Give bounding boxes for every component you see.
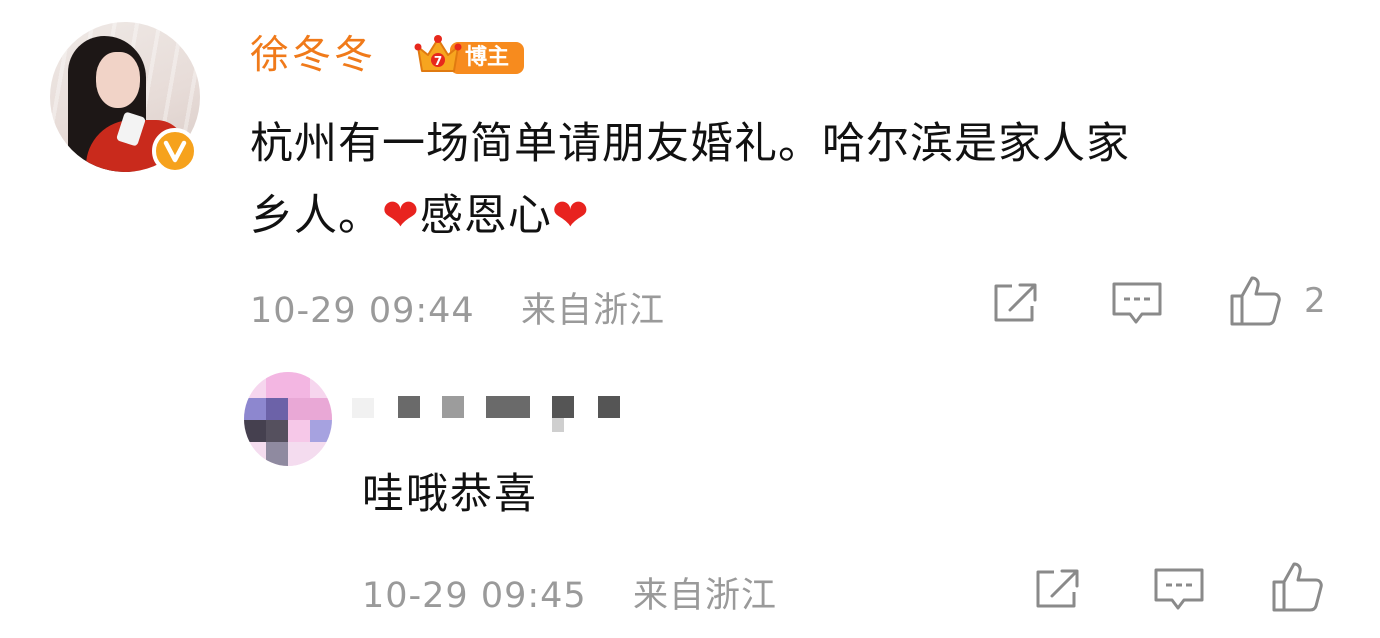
comment-line-2-end: 感恩心: [419, 191, 552, 241]
mosaic-block: [552, 418, 564, 432]
comment-line-2-start: 乡人。: [250, 191, 382, 241]
reply-timestamp: 10-29 09:45: [362, 576, 587, 616]
comment-line-1: 杭州有一场简单请朋友婚礼。哈尔滨是家人家: [250, 119, 1130, 169]
crown-icon: 7: [414, 35, 462, 72]
reply-avatar[interactable]: [244, 372, 332, 466]
reply-username-obscured[interactable]: [352, 394, 632, 434]
mosaic-block: [486, 396, 530, 418]
share-button[interactable]: [990, 280, 1042, 326]
like-icon: [1272, 562, 1323, 612]
mosaic-block: [244, 420, 266, 442]
mosaic-block: [352, 398, 374, 418]
mosaic-block: [310, 420, 332, 442]
heart-emoji-icon: ❤: [382, 190, 420, 241]
location: 来自浙江: [520, 291, 665, 331]
reply-like-button[interactable]: [1270, 560, 1326, 614]
comment-line-2: 乡人。❤感恩心❤: [250, 180, 1350, 252]
mosaic-block: [266, 398, 288, 420]
comment-icon: [1112, 282, 1162, 324]
svg-text:7: 7: [434, 54, 442, 68]
like-count: 2: [1304, 281, 1326, 321]
reply-text: 哇哦恭喜: [362, 469, 539, 518]
verified-v-icon: [152, 128, 198, 174]
mosaic-block: [266, 372, 310, 398]
avatar-face: [96, 52, 140, 108]
mosaic-block: [244, 398, 266, 420]
reply-share-button[interactable]: [1032, 566, 1084, 612]
reply-location: 来自浙江: [632, 576, 777, 616]
mosaic-block: [266, 442, 288, 466]
share-icon: [994, 283, 1037, 322]
mosaic-block: [288, 398, 332, 420]
comment-meta: 10-29 09:44 来自浙江: [250, 282, 665, 333]
mosaic-block: [552, 396, 574, 418]
mosaic-block: [598, 396, 620, 418]
blogger-badge: 博主 7: [414, 33, 526, 79]
like-icon: [1230, 276, 1281, 326]
comment-icon: [1154, 568, 1204, 610]
reply-comment-button[interactable]: [1152, 566, 1206, 614]
mosaic-block: [442, 396, 464, 418]
timestamp: 10-29 09:44: [250, 291, 475, 331]
weibo-comment-thread: 徐冬冬 博主 7 杭州有一场简单请朋友婚礼。哈尔滨是家人家 乡人。❤感恩心❤ 1…: [0, 0, 1380, 638]
mosaic-block: [266, 420, 288, 442]
reply-meta: 10-29 09:45 来自浙江: [362, 567, 777, 618]
share-icon: [1036, 569, 1079, 608]
mosaic-block: [398, 396, 420, 418]
comment-text: 杭州有一场简单请朋友婚礼。哈尔滨是家人家 乡人。❤感恩心❤: [250, 108, 1350, 252]
heart-emoji-icon-2: ❤: [551, 190, 590, 241]
like-button[interactable]: 2: [1228, 274, 1326, 328]
comment-button[interactable]: [1110, 280, 1164, 328]
mosaic-block: [288, 420, 310, 442]
username[interactable]: 徐冬冬: [250, 28, 376, 84]
mosaic-block: [244, 442, 332, 466]
